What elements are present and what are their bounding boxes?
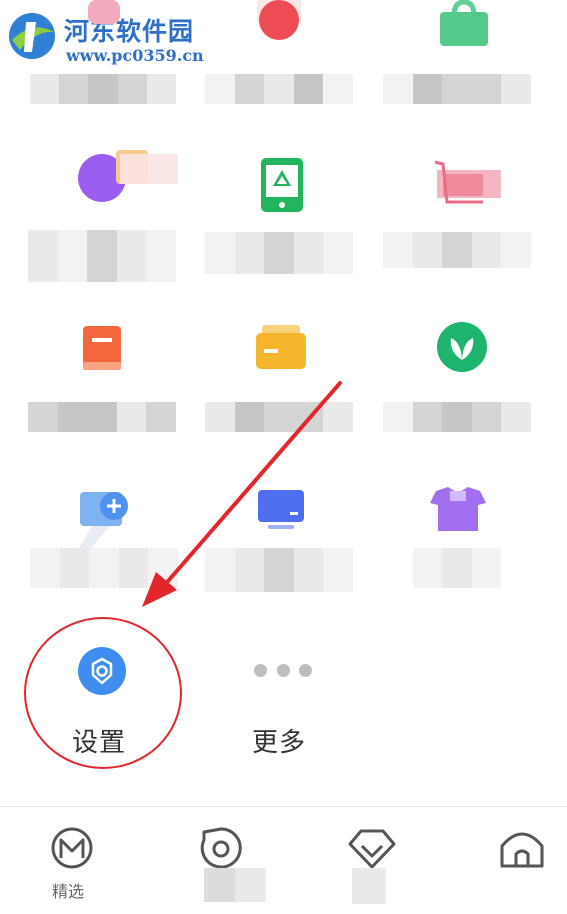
- app-label-placeholder: [28, 402, 176, 432]
- shopping-cart-icon[interactable]: [433, 160, 501, 208]
- watermark-logo-icon: [9, 13, 55, 59]
- app-label-placeholder: [205, 232, 353, 274]
- cloud-drive-icon[interactable]: [261, 158, 303, 212]
- bottom-nav-divider: [0, 806, 567, 807]
- app-label-placeholder: [413, 548, 501, 588]
- app-label-placeholder: [28, 230, 176, 282]
- shirt-icon[interactable]: [428, 487, 488, 533]
- nav-discover-icon[interactable]: [198, 826, 244, 870]
- more-label[interactable]: 更多: [252, 722, 306, 759]
- app-label-placeholder: [383, 232, 531, 268]
- app-label-placeholder: [205, 402, 353, 432]
- wallet-icon[interactable]: [256, 325, 306, 369]
- more-dots-icon[interactable]: [254, 664, 312, 678]
- nav-diamond-icon[interactable]: [347, 826, 397, 870]
- book-icon[interactable]: [83, 326, 121, 370]
- app-label-placeholder: [383, 74, 531, 104]
- pink-app-icon[interactable]: [84, 0, 124, 28]
- shopping-bag-icon[interactable]: [438, 0, 490, 48]
- nav-label-placeholder: [204, 868, 266, 902]
- nav-label-placeholder: [352, 868, 386, 904]
- monitor-icon[interactable]: [258, 490, 304, 530]
- red-circle-app-icon[interactable]: [257, 0, 301, 46]
- featured-m-icon[interactable]: [50, 826, 94, 870]
- nav-featured-label[interactable]: 精选: [52, 878, 84, 902]
- watermark-url: www.pc0359.cn: [66, 46, 204, 65]
- app-label-placeholder: [205, 74, 353, 104]
- leaf-icon[interactable]: [437, 322, 487, 372]
- annotation-circle: [24, 617, 182, 769]
- app-label-placeholder: [205, 548, 353, 592]
- nav-home-icon[interactable]: [498, 826, 546, 870]
- purple-app-icon[interactable]: [74, 148, 178, 206]
- app-label-placeholder: [30, 548, 178, 588]
- annotation-arrow-icon: [142, 381, 342, 607]
- add-contact-icon[interactable]: [70, 484, 140, 556]
- app-label-placeholder: [30, 74, 177, 104]
- app-label-placeholder: [383, 402, 531, 432]
